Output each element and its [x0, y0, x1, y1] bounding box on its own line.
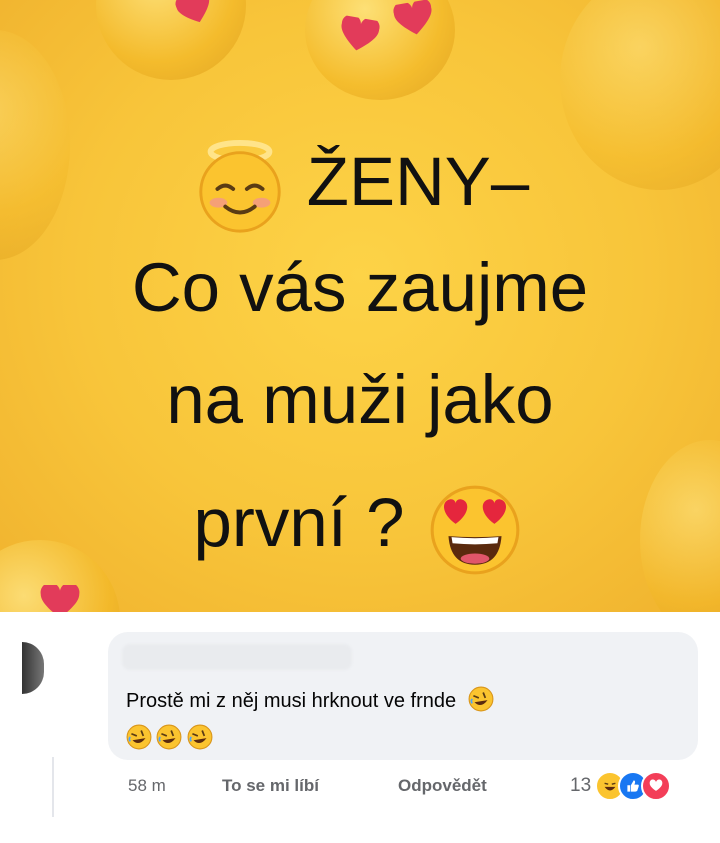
post-line-1: ŽENY– [306, 143, 530, 221]
rolling-on-floor-laughing-icon [187, 724, 213, 750]
comment-timestamp[interactable]: 58 m [128, 776, 166, 796]
like-button[interactable]: To se mi líbí [222, 776, 319, 796]
reaction-summary[interactable]: 13 [570, 768, 672, 804]
smiling-face-with-halo-icon [199, 139, 281, 233]
reaction-count: 13 [570, 775, 592, 796]
post-text-line-1: ŽENY– [0, 138, 720, 236]
comment-text-row: Prostě mi z něj musi hrknout ve frnde [126, 686, 494, 713]
rolling-on-floor-laughing-icon [468, 686, 494, 712]
commenter-name-redacted [122, 644, 352, 670]
comment-emoji-row [126, 724, 213, 755]
thread-line [52, 757, 54, 817]
post-image[interactable]: ŽENY– Co vás zaujme na muži jako první ? [0, 0, 720, 612]
background-heart-icon [393, 0, 432, 35]
post-line-3: na muži jako [166, 361, 554, 438]
background-heart-icon [341, 14, 380, 51]
post-text-line-4: první ? [0, 477, 720, 579]
love-reaction-icon [641, 771, 672, 801]
background-emoji-icon [96, 0, 246, 80]
post-line-4: první ? [193, 484, 405, 562]
post-line-2: Co vás zaujme [131, 249, 589, 326]
background-heart-icon [40, 585, 80, 612]
rolling-on-floor-laughing-icon [156, 724, 182, 750]
reply-button[interactable]: Odpovědět [398, 776, 487, 796]
heart-eyes-emoji-icon [431, 485, 520, 575]
rolling-on-floor-laughing-icon [126, 724, 152, 750]
comment-text: Prostě mi z něj musi hrknout ve frnde [126, 690, 457, 712]
